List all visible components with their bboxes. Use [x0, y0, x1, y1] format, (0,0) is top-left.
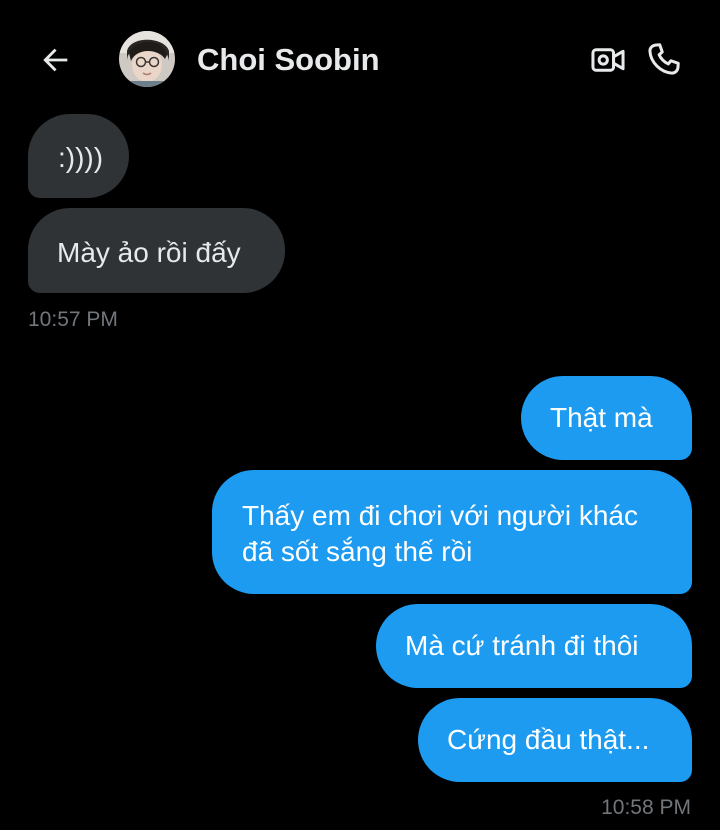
message-text: Mày ảo rồi đấy: [57, 237, 241, 268]
outgoing-message-bubble[interactable]: Cứng đầu thật...: [418, 698, 692, 782]
message-text-line: đã sốt sắng thế rồi: [242, 536, 473, 567]
outgoing-message-bubble[interactable]: Thấy em đi chơi với người khác đã sốt sắ…: [212, 470, 692, 594]
incoming-message-bubble[interactable]: Mày ảo rồi đấy: [28, 208, 285, 293]
arrow-left-icon: [43, 48, 68, 72]
voice-call-button[interactable]: [642, 37, 686, 81]
outgoing-message-bubble[interactable]: Mà cứ tránh đi thôi: [376, 604, 692, 688]
message-timestamp: 10:58 PM: [601, 796, 691, 819]
incoming-message-bubble[interactable]: :)))): [28, 114, 129, 198]
phone-icon: [648, 43, 680, 75]
message-text: Mà cứ tránh đi thôi: [405, 630, 639, 661]
avatar[interactable]: [119, 31, 175, 87]
conversation-header: Choi Soobin: [0, 0, 720, 110]
contact-name[interactable]: Choi Soobin: [197, 40, 380, 80]
message-text: Cứng đầu thật...: [447, 724, 650, 755]
message-text: :)))): [58, 142, 104, 173]
message-text: Thật mà: [550, 402, 653, 433]
video-camera-icon: [591, 48, 625, 72]
video-call-button[interactable]: [586, 38, 630, 82]
message-text-line: Thấy em đi chơi với người khác: [242, 500, 638, 531]
outgoing-message-bubble[interactable]: Thật mà: [521, 376, 692, 460]
message-timestamp: 10:57 PM: [28, 308, 118, 331]
back-button[interactable]: [34, 38, 78, 82]
